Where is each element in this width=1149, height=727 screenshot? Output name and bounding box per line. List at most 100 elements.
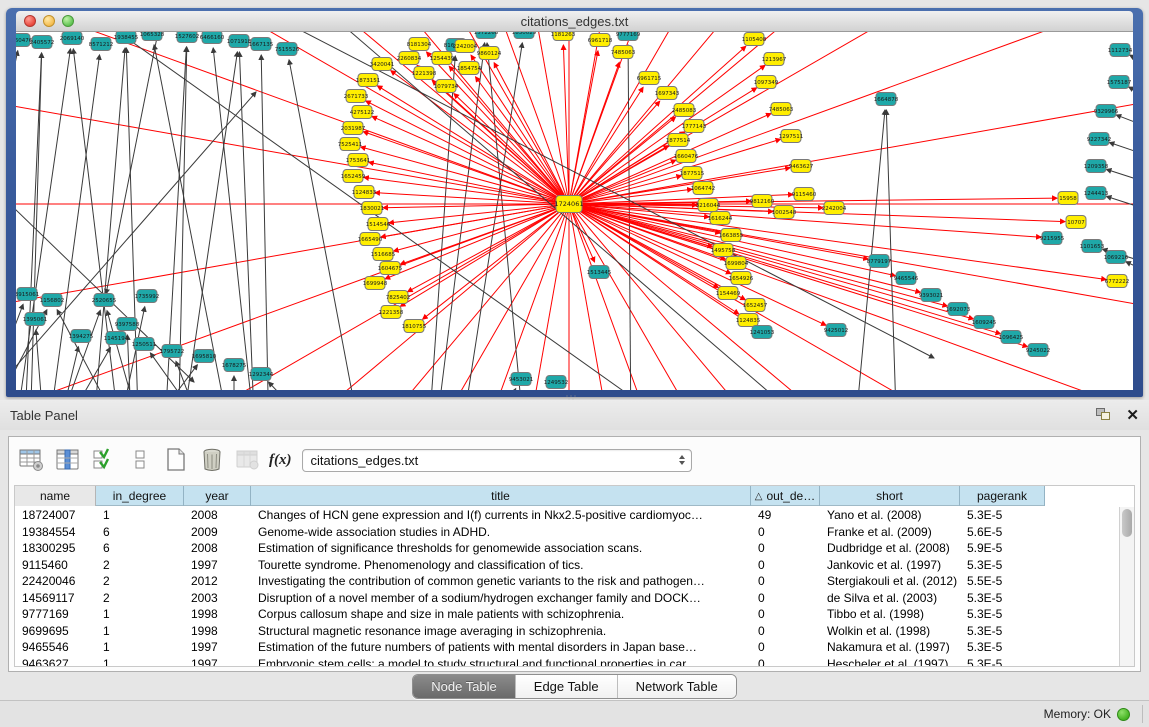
graph-node[interactable]: 1609245 — [972, 316, 997, 329]
graph-node[interactable]: 9453021 — [509, 373, 534, 386]
graph-node[interactable]: 1096425 — [999, 331, 1024, 344]
graph-node[interactable]: 1572268 — [474, 32, 499, 39]
column-header-pagerank[interactable]: pagerank — [960, 486, 1045, 506]
delete-table-icon[interactable] — [233, 445, 263, 475]
graph-node[interactable]: 1527602 — [175, 32, 200, 43]
graph-node[interactable]: 6466160 — [200, 32, 225, 44]
graph-node[interactable]: 1105408 — [742, 33, 767, 46]
graph-node[interactable]: 2242004 — [822, 202, 847, 215]
graph-node[interactable]: 1249532 — [544, 376, 569, 389]
graph-node[interactable]: 1145194 — [104, 332, 129, 345]
graph-node[interactable]: 1753641 — [346, 154, 371, 167]
graph-node[interactable]: 1665490 — [358, 233, 383, 246]
table-selector-dropdown[interactable]: citations_edges.txt — [302, 449, 692, 472]
graph-node[interactable]: 2260834 — [397, 52, 422, 65]
graph-node[interactable]: 1873151 — [356, 74, 381, 87]
graph-node[interactable]: 7485063 — [611, 46, 636, 59]
graph-node[interactable]: 1877515 — [680, 167, 705, 180]
graph-node[interactable]: 1254439 — [430, 52, 455, 65]
table-row[interactable]: 946362711997Embryonic stem cells: a mode… — [15, 656, 1119, 667]
graph-node[interactable]: 2520655 — [92, 294, 117, 307]
table-row[interactable]: 1872400712008Changes of HCN gene express… — [15, 507, 1119, 524]
table-row[interactable]: 946554611997Estimation of the future num… — [15, 639, 1119, 656]
graph-node[interactable]: 1795722 — [160, 345, 185, 358]
graph-node[interactable]: 9215955 — [1040, 232, 1065, 245]
graph-node[interactable]: 2405572 — [30, 36, 55, 49]
table-row[interactable]: 2242004622012Investigating the contribut… — [15, 573, 1119, 590]
graph-node[interactable]: 1938455 — [114, 32, 139, 44]
graph-node[interactable]: 1244413 — [1084, 187, 1109, 200]
tab-node-table[interactable]: Node Table — [413, 675, 516, 698]
graph-node[interactable]: 9465546 — [894, 272, 919, 285]
graph-node[interactable]: 1124833 — [352, 186, 377, 199]
graph-node[interactable]: 2485083 — [672, 104, 697, 117]
graph-node[interactable]: 1663855 — [719, 229, 744, 242]
select-column-icon[interactable] — [53, 445, 83, 475]
graph-node[interactable]: 1810755 — [402, 320, 427, 333]
float-panel-icon[interactable] — [1096, 408, 1112, 422]
graph-node[interactable]: 1112734 — [1108, 44, 1133, 57]
graph-node[interactable]: 1604675 — [378, 262, 403, 275]
graph-node[interactable]: 10707 — [1066, 216, 1086, 229]
graph-node[interactable]: 1101653 — [1080, 240, 1105, 253]
table-row[interactable]: 977716911998Corpus callosum shape and si… — [15, 606, 1119, 623]
graph-node[interactable]: 3915061 — [16, 288, 39, 301]
scrollbar-thumb[interactable] — [1122, 509, 1132, 537]
graph-node[interactable]: 1154469 — [716, 287, 741, 300]
graph-node[interactable]: 1156802 — [40, 294, 65, 307]
column-header-name[interactable]: name — [15, 486, 96, 506]
graph-node[interactable]: 7515526 — [275, 43, 300, 56]
graph-node[interactable]: 1516685 — [371, 248, 396, 261]
graph-node[interactable]: 7525411 — [338, 138, 363, 151]
graph-node[interactable]: 6772222 — [1105, 275, 1130, 288]
table-row[interactable]: 969969511998Structural magnetic resonanc… — [15, 623, 1119, 640]
table-row[interactable]: 911546021997Tourette syndrome. Phenomeno… — [15, 557, 1119, 574]
close-panel-icon[interactable]: ✕ — [1126, 408, 1139, 423]
graph-node[interactable]: 1854754 — [457, 62, 482, 75]
graph-node[interactable]: 1575187 — [1107, 76, 1132, 89]
graph-node[interactable]: 1695810 — [192, 350, 217, 363]
graph-node[interactable]: 8779197 — [867, 255, 892, 268]
graph-node[interactable]: 1064742 — [691, 182, 716, 195]
tab-network-table[interactable]: Network Table — [618, 675, 736, 698]
network-canvas[interactable]: 1660476240557220691408571212193845510653… — [16, 32, 1133, 390]
graph-node[interactable]: 1124835 — [736, 314, 761, 327]
zoom-button[interactable] — [62, 15, 74, 27]
graph-node[interactable]: 1830021 — [360, 202, 385, 215]
graph-node[interactable]: 9397588 — [115, 318, 140, 331]
column-header-short[interactable]: short — [820, 486, 960, 506]
graph-node[interactable]: 9227342 — [1087, 133, 1112, 146]
graph-node[interactable]: 1777143 — [682, 120, 707, 133]
graph-node[interactable]: 6961715 — [637, 72, 662, 85]
graph-node[interactable]: 9425012 — [824, 324, 849, 337]
graph-node[interactable]: 6961718 — [588, 34, 613, 47]
show-all-columns-icon[interactable] — [89, 445, 119, 475]
graph-node[interactable]: 1395061 — [23, 313, 48, 326]
graph-node[interactable]: 1513445 — [587, 266, 612, 279]
graph-node[interactable]: 1181263 — [551, 32, 576, 41]
graph-node[interactable]: 1292344 — [249, 368, 274, 381]
hide-all-columns-icon[interactable] — [125, 445, 155, 475]
delete-column-icon[interactable] — [197, 445, 227, 475]
graph-node[interactable]: 1654926 — [729, 272, 754, 285]
graph-node[interactable]: 1735992 — [135, 290, 160, 303]
graph-node[interactable]: 15958 — [1058, 192, 1078, 205]
table-row[interactable]: 1456911722003Disruption of a novel membe… — [15, 590, 1119, 607]
graph-node[interactable]: 1697343 — [655, 87, 680, 100]
graph-node[interactable]: 2242004 — [453, 40, 478, 53]
graph-node[interactable]: 1692073 — [946, 303, 971, 316]
graph-node[interactable]: 1079734 — [434, 80, 459, 93]
graph-node[interactable]: 1678275 — [222, 359, 247, 372]
column-header-out_de[interactable]: △out_de… — [751, 486, 820, 506]
column-header-year[interactable]: year — [184, 486, 251, 506]
graph-node[interactable]: 9115460 — [792, 188, 817, 201]
table-row[interactable]: 1938455462009Genome-wide association stu… — [15, 524, 1119, 541]
graph-node[interactable]: 1616244 — [708, 212, 733, 225]
new-column-icon[interactable] — [161, 445, 191, 475]
function-builder-icon[interactable]: f(x) — [269, 452, 292, 469]
graph-node[interactable]: 9393021 — [919, 289, 944, 302]
graph-node[interactable]: 1514546 — [366, 218, 391, 231]
graph-node[interactable]: 1699804 — [724, 257, 749, 270]
graph-node[interactable]: 1877514 — [666, 134, 691, 147]
graph-node[interactable]: 2031987 — [341, 122, 366, 135]
